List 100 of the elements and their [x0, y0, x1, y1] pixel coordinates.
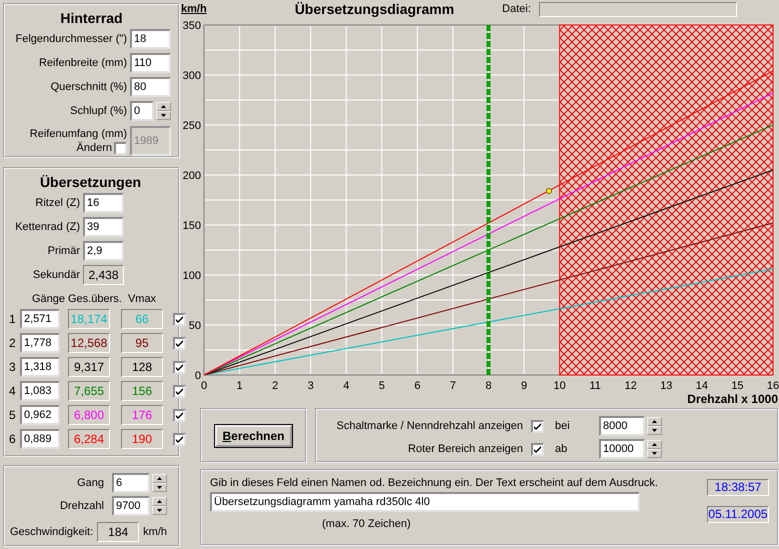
readout-field: 18,174	[68, 309, 110, 329]
checkbox[interactable]	[173, 312, 186, 326]
up-arrow-icon	[652, 443, 657, 446]
checkbox[interactable]	[531, 442, 544, 456]
input-field[interactable]: 1,083	[20, 381, 60, 401]
tick-label: 2	[272, 380, 278, 392]
input-field[interactable]: 0	[130, 101, 154, 121]
checkbox[interactable]	[173, 336, 186, 350]
field-label: Sekundär	[32, 269, 80, 281]
chart-title: Übersetzungsdiagramm	[294, 1, 454, 17]
spin-up-button[interactable]	[152, 497, 167, 506]
tick-label: 1	[236, 380, 243, 392]
tick-label: 5	[378, 380, 385, 392]
check-icon	[176, 388, 183, 394]
check-icon	[176, 316, 183, 322]
axis-label: km/h	[181, 3, 207, 15]
input-field[interactable]: 16	[83, 193, 124, 213]
down-arrow-icon	[652, 452, 657, 455]
field-label: Querschnitt (%)	[50, 81, 127, 93]
unit-label: km/h	[143, 526, 167, 538]
input-field[interactable]: 0,962	[20, 405, 60, 425]
readout-field: 128	[121, 357, 163, 377]
tick-label: 4	[343, 380, 350, 392]
gear-number: 2	[9, 336, 17, 350]
tick-label: 7	[450, 380, 456, 392]
input-field[interactable]: 9700	[112, 496, 150, 516]
input-field[interactable]: 1,778	[20, 333, 60, 353]
tick-label: 200	[182, 170, 201, 182]
input-field[interactable]: 2,571	[20, 309, 60, 329]
calculate-button[interactable]: Berechnen	[215, 424, 292, 446]
gear-number: 1	[9, 312, 17, 326]
checkbox[interactable]	[173, 408, 186, 422]
tick-label: 0	[194, 370, 201, 382]
tick-label: 150	[182, 220, 201, 232]
gear-number: 4	[9, 384, 17, 398]
tick-label: 10	[554, 380, 566, 392]
up-arrow-icon	[161, 105, 166, 108]
tick-label: 11	[589, 380, 601, 392]
tick-label: 14	[696, 380, 708, 392]
tick-label: 9	[521, 380, 528, 392]
input-field[interactable]: 80	[130, 77, 171, 97]
input-field[interactable]: 0,889	[20, 429, 60, 449]
readout-field: 184	[97, 522, 140, 542]
gear-number: 3	[9, 360, 17, 374]
spin-down-button[interactable]	[152, 506, 167, 515]
tick-label: 8	[485, 380, 492, 392]
spin-up-button[interactable]	[647, 417, 662, 426]
input-field[interactable]: 2,9	[83, 241, 124, 261]
readout-field: 7,655	[68, 381, 110, 401]
checkbox-label: Schaltmarke / Nenndrehzahl anzeigen	[335, 420, 523, 432]
input-field[interactable]: 10000	[599, 439, 645, 459]
check-icon	[176, 412, 183, 418]
input-field[interactable]: 18	[130, 29, 171, 49]
readout-field: 12,568	[68, 333, 110, 353]
checkbox[interactable]	[173, 432, 186, 446]
field-label: Felgendurchmesser (")	[14, 33, 127, 45]
input-field[interactable]: 110	[130, 53, 171, 73]
spin-down-button[interactable]	[152, 483, 167, 492]
spin-up-button[interactable]	[647, 440, 662, 449]
readout-field: 2,438	[83, 265, 124, 285]
checkbox[interactable]	[173, 360, 186, 374]
field-label: Ritzel (Z)	[34, 197, 80, 209]
readout-field: 66	[121, 309, 163, 329]
tick-label: 100	[182, 270, 201, 282]
field-label: Primär	[46, 245, 80, 257]
input-field[interactable]: 8000	[599, 416, 645, 436]
up-arrow-icon	[157, 500, 162, 503]
field-label: Reifenumfang (mm)	[30, 128, 127, 140]
field-label: ab	[555, 443, 568, 455]
input-field[interactable]: 39	[83, 217, 124, 237]
checkbox[interactable]	[173, 384, 186, 398]
tick-label: 6	[414, 380, 420, 392]
field-label: bei	[555, 420, 571, 432]
input-field[interactable]: Übersetzungsdiagramm yamaha rd350lc 4l0	[210, 492, 640, 512]
spin-down-button[interactable]	[156, 111, 171, 120]
check-icon	[534, 422, 541, 430]
readout-field: 190	[121, 429, 163, 449]
check-icon	[176, 340, 183, 346]
up-arrow-icon	[652, 420, 657, 423]
readout-field: 6,800	[68, 405, 110, 425]
readout-field: 9,317	[68, 357, 110, 377]
readout-field: 95	[121, 333, 163, 353]
gear-number: 5	[9, 408, 17, 422]
checkbox[interactable]	[531, 420, 544, 432]
down-arrow-icon	[157, 509, 162, 512]
spin-up-button[interactable]	[152, 474, 167, 483]
spin-up-button[interactable]	[156, 102, 171, 111]
readout-field: 18:38:57	[707, 479, 769, 496]
spin-down-button[interactable]	[647, 426, 662, 435]
panel-title: Übersetzungen	[38, 174, 142, 190]
column-header: Vmax	[126, 293, 158, 305]
field-label: Reifenbreite (mm)	[38, 57, 127, 69]
readout-field: 6,284	[68, 429, 110, 449]
input-field[interactable]: 6	[112, 473, 150, 493]
input-field[interactable]: 1,318	[20, 357, 60, 377]
readout-field: 05.11.2005	[707, 506, 769, 523]
spin-down-button[interactable]	[647, 449, 662, 458]
tick-label: 3	[308, 380, 314, 392]
tick-label: 15	[731, 380, 744, 392]
readout-field: 176	[121, 405, 163, 425]
